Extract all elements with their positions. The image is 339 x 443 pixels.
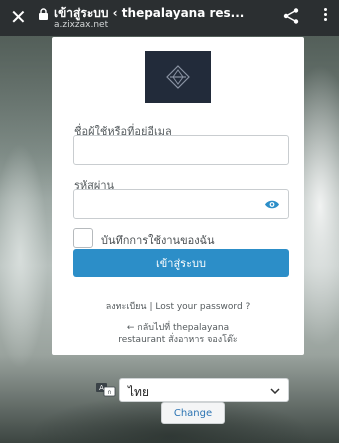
- password-input[interactable]: [73, 189, 289, 219]
- lost-password-link[interactable]: Lost your password ?: [155, 302, 250, 312]
- browser-toolbar: ✕ เข้าสู่ระบบ ‹ thepalayana res... a.zix…: [0, 0, 339, 36]
- back-link-line2: restaurant สั่งอาหาร จองโต๊ะ: [118, 335, 238, 345]
- more-vert-icon[interactable]: [322, 6, 328, 26]
- username-input[interactable]: [73, 135, 289, 165]
- svg-text:A: A: [99, 384, 104, 392]
- language-selected: ไทย: [128, 385, 149, 399]
- link-separator: |: [149, 302, 153, 312]
- language-select[interactable]: ไทย: [119, 378, 289, 402]
- back-link-line1: ← กลับไปที่ thepalayana: [126, 323, 230, 333]
- login-card: ชื่อผู้ใช้หรือที่อยู่อีเมล รหัสผ่าน บันท…: [52, 37, 304, 355]
- account-links: ลงทะเบียน | Lost your password ?: [52, 299, 304, 313]
- close-icon[interactable]: ✕: [10, 6, 27, 28]
- remember-label: บันทึกการใช้งานของฉัน: [101, 234, 215, 247]
- svg-text:ก: ก: [108, 389, 112, 396]
- logo-diamond-icon: [166, 65, 190, 89]
- change-language-button[interactable]: Change: [161, 402, 225, 424]
- share-icon[interactable]: [282, 7, 300, 25]
- back-to-site-link[interactable]: ← กลับไปที่ thepalayana restaurant สั่งอ…: [52, 322, 304, 346]
- register-link[interactable]: ลงทะเบียน: [106, 302, 147, 312]
- chevron-down-icon: [270, 388, 280, 394]
- lock-icon: [39, 8, 48, 20]
- translate-icon: A ก: [96, 383, 116, 397]
- remember-checkbox[interactable]: [73, 228, 93, 248]
- page-domain: a.zixzax.net: [54, 20, 109, 30]
- login-button[interactable]: เข้าสู่ระบบ: [73, 249, 289, 277]
- eye-icon[interactable]: [264, 199, 280, 210]
- site-logo: [145, 51, 211, 103]
